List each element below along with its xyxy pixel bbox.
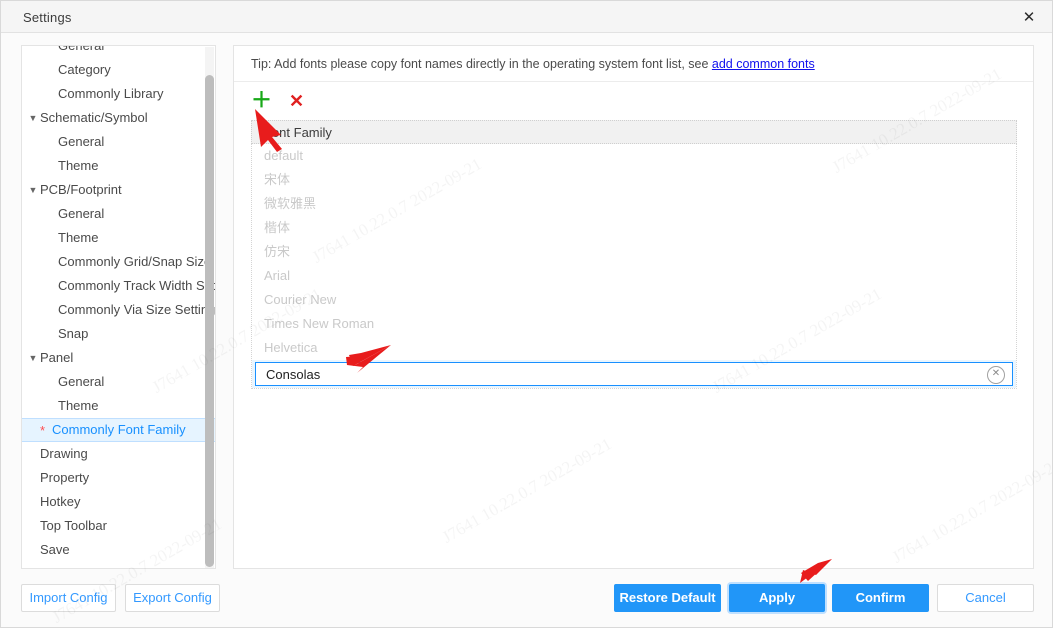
sidebar-scrollbar[interactable] [205, 47, 214, 568]
font-family-row[interactable]: Helvetica [252, 336, 1016, 360]
sidebar-item-hotkey[interactable]: Hotkey [22, 490, 215, 514]
sidebar-item-label: Save [40, 542, 70, 557]
plus-icon[interactable]: ＋ [251, 90, 272, 111]
modified-asterisk-icon: * [40, 423, 46, 438]
sidebar-item-panel[interactable]: ▼ Panel [22, 346, 215, 370]
table-body: default 宋体 微软雅黑 楷体 仿宋 Arial Courier New Times N… [251, 144, 1017, 389]
clear-icon[interactable]: ✕ [987, 366, 1005, 384]
tip-bar: Tip: Add fonts please copy font names di… [234, 46, 1033, 82]
close-icon[interactable]: ✕ [1006, 1, 1052, 32]
chevron-down-icon[interactable]: ▼ [27, 106, 39, 130]
window-title: Settings [23, 10, 72, 25]
settings-tree: General Category Commonly Library ▼ Schemati… [22, 45, 215, 562]
sidebar-item-theme[interactable]: Theme [22, 154, 215, 178]
sidebar-item-theme[interactable]: Theme [22, 226, 215, 250]
cancel-button[interactable]: Cancel [937, 584, 1034, 612]
sidebar-item-pcb-footprint[interactable]: ▼ PCB/Footprint [22, 178, 215, 202]
sidebar-item-label: Schematic/Symbol [40, 110, 148, 125]
sidebar-item-label: General [58, 45, 105, 53]
cross-icon[interactable]: ✕ [289, 91, 304, 111]
import-config-button[interactable]: Import Config [21, 584, 116, 612]
sidebar-item-label: Hotkey [40, 494, 81, 509]
apply-button[interactable]: Apply [729, 584, 825, 612]
font-family-row[interactable]: Courier New [252, 288, 1016, 312]
sidebar-item-label: Commonly Via Size Setting [58, 302, 215, 317]
sidebar-item-label: Commonly Library [58, 86, 164, 101]
export-config-button[interactable]: Export Config [125, 584, 220, 612]
sidebar-scrollbar-thumb[interactable] [205, 75, 214, 567]
font-family-row[interactable]: 楷体 [252, 216, 1016, 240]
settings-sidebar: General Category Commonly Library ▼ Schemati… [21, 45, 216, 569]
font-family-edit-row: ✕ [252, 360, 1016, 388]
sidebar-item-general[interactable]: General [22, 370, 215, 394]
sidebar-item-commonly-track-width-setting[interactable]: Commonly Track Width Setting [22, 274, 215, 298]
font-family-row[interactable]: default [252, 144, 1016, 168]
sidebar-item-label: General [58, 134, 105, 149]
sidebar-item-commonly-grid-snap-size-setting[interactable]: Commonly Grid/Snap Size Setting [22, 250, 215, 274]
sidebar-item-label: Theme [58, 230, 99, 245]
sidebar-item-label: Commonly Grid/Snap Size Setting [58, 254, 215, 269]
font-list-toolbar: ＋ ✕ [251, 90, 304, 112]
font-family-row[interactable]: 宋体 [252, 168, 1016, 192]
sidebar-item-property[interactable]: Property [22, 466, 215, 490]
font-family-input[interactable] [256, 363, 1012, 385]
sidebar-item-commonly-library[interactable]: Commonly Library [22, 82, 215, 106]
sidebar-item-label: PCB/Footprint [40, 182, 122, 197]
title-bar: Settings ✕ [1, 1, 1052, 33]
sidebar-item-label: Top Toolbar [40, 518, 107, 533]
sidebar-item-commonly-font-family[interactable]: * Commonly Font Family [22, 418, 215, 442]
chevron-down-icon[interactable]: ▼ [27, 178, 39, 202]
chevron-down-icon[interactable]: ▼ [27, 346, 39, 370]
sidebar-item-general[interactable]: General [22, 202, 215, 226]
font-family-row[interactable]: Arial [252, 264, 1016, 288]
sidebar-item-top-toolbar[interactable]: Top Toolbar [22, 514, 215, 538]
sidebar-item-schematic-symbol[interactable]: ▼ Schematic/Symbol [22, 106, 215, 130]
sidebar-item-label: General [58, 374, 105, 389]
font-list-scrollbar[interactable] [1023, 120, 1031, 440]
confirm-button[interactable]: Confirm [832, 584, 929, 612]
font-family-table: Font Family default 宋体 微软雅黑 楷体 仿宋 Arial Courie… [251, 120, 1017, 389]
font-family-row[interactable]: Times New Roman [252, 312, 1016, 336]
sidebar-item-save[interactable]: Save [22, 538, 215, 562]
restore-default-button[interactable]: Restore Default [614, 584, 721, 612]
sidebar-item-label: Commonly Font Family [52, 422, 186, 437]
sidebar-item-snap[interactable]: Snap [22, 322, 215, 346]
sidebar-item-theme[interactable]: Theme [22, 394, 215, 418]
sidebar-item-label: Panel [40, 350, 74, 365]
sidebar-item-label: Theme [58, 398, 99, 413]
font-family-row[interactable]: 微软雅黑 [252, 192, 1016, 216]
sidebar-item-category[interactable]: Category [22, 58, 215, 82]
sidebar-item-label: Theme [58, 158, 99, 173]
sidebar-item-label: Property [40, 470, 90, 485]
sidebar-item-label: General [58, 206, 105, 221]
font-family-input-wrapper[interactable]: ✕ [255, 362, 1013, 386]
sidebar-item-commonly-via-size-setting[interactable]: Commonly Via Size Setting [22, 298, 215, 322]
sidebar-item-general[interactable]: General [22, 45, 215, 58]
tip-text-prefix: Tip: Add fonts please copy font names di… [251, 57, 712, 71]
sidebar-item-label: Category [58, 62, 111, 77]
table-column-header-font-family: Font Family [251, 120, 1017, 144]
tip-text: Tip: Add fonts please copy font names di… [251, 57, 815, 71]
sidebar-item-general[interactable]: General [22, 130, 215, 154]
add-common-fonts-link[interactable]: add common fonts [712, 57, 815, 71]
sidebar-item-label: Snap [58, 326, 89, 341]
sidebar-item-drawing[interactable]: Drawing [22, 442, 215, 466]
font-family-row[interactable]: 仿宋 [252, 240, 1016, 264]
settings-dialog: Settings ✕ General Category Commonly Libra… [0, 0, 1053, 628]
dialog-footer: Import Config Export Config Restore Defa… [1, 569, 1052, 627]
sidebar-item-label: Drawing [40, 446, 88, 461]
sidebar-item-label: Commonly Track Width Setting [58, 278, 215, 293]
commonly-font-family-panel: Tip: Add fonts please copy font names di… [233, 45, 1034, 569]
